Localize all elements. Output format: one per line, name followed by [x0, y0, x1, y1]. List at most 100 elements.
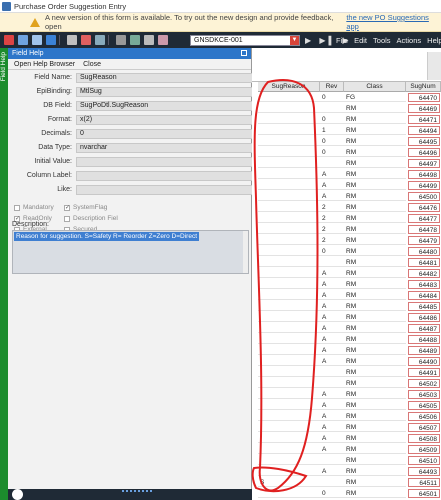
cell-class[interactable]: RM	[344, 478, 406, 487]
mandatory-checkbox[interactable]: Mandatory	[14, 204, 54, 211]
cell-sugnum[interactable]: 64499	[408, 181, 440, 190]
cell-sugreason[interactable]	[258, 390, 320, 399]
menu-tools[interactable]: Tools	[373, 36, 391, 45]
cell-sugnum[interactable]: 64480	[408, 247, 440, 256]
cell-sugnum[interactable]: 64498	[408, 170, 440, 179]
cell-sugreason[interactable]	[258, 258, 320, 267]
cell-sugnum[interactable]: 64486	[408, 313, 440, 322]
cell-class[interactable]: RM	[344, 192, 406, 201]
cell-rev[interactable]: A	[320, 269, 344, 278]
cell-rev[interactable]	[320, 258, 344, 267]
new-app-link[interactable]: the new PO Suggestions app	[346, 13, 441, 31]
cell-rev[interactable]: 2	[320, 214, 344, 223]
cell-class[interactable]: RM	[344, 445, 406, 454]
cell-rev[interactable]: 0	[320, 137, 344, 146]
cell-sugreason[interactable]	[258, 93, 320, 102]
cell-rev[interactable]: A	[320, 192, 344, 201]
col-header-rev[interactable]: Rev	[320, 82, 344, 92]
cell-class[interactable]: RM	[344, 335, 406, 344]
cell-sugreason[interactable]	[258, 412, 320, 421]
cell-sugreason[interactable]	[258, 203, 320, 212]
cell-class[interactable]: RM	[344, 434, 406, 443]
cell-rev[interactable]	[320, 478, 344, 487]
cell-rev[interactable]: 0	[320, 115, 344, 124]
menu-file[interactable]: File	[336, 36, 348, 45]
menu-help[interactable]: Help	[427, 36, 441, 45]
attach-icon[interactable]	[130, 35, 140, 45]
cell-rev[interactable]: 0	[320, 93, 344, 102]
cell-sugreason[interactable]	[258, 467, 320, 476]
cell-class[interactable]: RM	[344, 368, 406, 377]
cell-rev[interactable]: 0	[320, 489, 344, 498]
cell-sugreason[interactable]	[258, 346, 320, 355]
description-field-checkbox[interactable]: Description Fiel	[64, 215, 118, 222]
refresh-icon[interactable]	[67, 35, 77, 45]
close-form-icon[interactable]	[4, 35, 14, 45]
cell-sugreason[interactable]	[258, 324, 320, 333]
cell-rev[interactable]: A	[320, 412, 344, 421]
cell-rev[interactable]: A	[320, 390, 344, 399]
cell-rev[interactable]: 0	[320, 247, 344, 256]
cell-class[interactable]: RM	[344, 379, 406, 388]
menu-edit[interactable]: Edit	[354, 36, 367, 45]
cell-class[interactable]: RM	[344, 159, 406, 168]
cell-class[interactable]: RM	[344, 346, 406, 355]
cell-class[interactable]: RM	[344, 170, 406, 179]
cell-sugreason[interactable]	[258, 247, 320, 256]
close-button[interactable]: Close	[83, 59, 101, 69]
field-help-side-tab[interactable]: Field Help	[0, 48, 8, 500]
cell-sugnum[interactable]: 64491	[408, 368, 440, 377]
cell-sugreason[interactable]	[258, 148, 320, 157]
cell-sugreason[interactable]	[258, 379, 320, 388]
field-name-value[interactable]: SugReason	[76, 73, 254, 83]
print-icon[interactable]	[95, 35, 105, 45]
cell-class[interactable]: RM	[344, 412, 406, 421]
cell-sugnum[interactable]: 64502	[408, 379, 440, 388]
open-icon[interactable]	[32, 35, 42, 45]
decimals-value[interactable]: 0	[76, 129, 254, 139]
cell-sugreason[interactable]	[258, 456, 320, 465]
cell-sugnum[interactable]: 64495	[408, 137, 440, 146]
cell-sugnum[interactable]: 64505	[408, 401, 440, 410]
cell-class[interactable]: RM	[344, 104, 406, 113]
cell-sugnum[interactable]: 64510	[408, 456, 440, 465]
cell-sugnum[interactable]: 64489	[408, 346, 440, 355]
cell-class[interactable]: RM	[344, 115, 406, 124]
cell-sugnum[interactable]: 64484	[408, 291, 440, 300]
cell-rev[interactable]: A	[320, 467, 344, 476]
cell-sugnum[interactable]: 64488	[408, 335, 440, 344]
cell-class[interactable]: RM	[344, 269, 406, 278]
cell-sugnum[interactable]: 64490	[408, 357, 440, 366]
cell-sugnum[interactable]: 64478	[408, 225, 440, 234]
cell-class[interactable]: RM	[344, 313, 406, 322]
cell-class[interactable]: RM	[344, 467, 406, 476]
cell-rev[interactable]	[320, 104, 344, 113]
cell-sugreason[interactable]	[258, 302, 320, 311]
cell-sugnum[interactable]: 64497	[408, 159, 440, 168]
cell-class[interactable]: RM	[344, 126, 406, 135]
cell-sugreason[interactable]	[258, 335, 320, 344]
cell-sugreason[interactable]	[258, 280, 320, 289]
cell-rev[interactable]	[320, 456, 344, 465]
cell-sugnum[interactable]: 64494	[408, 126, 440, 135]
cell-sugreason[interactable]	[258, 126, 320, 135]
cell-class[interactable]: RM	[344, 291, 406, 300]
cell-sugnum[interactable]: 64469	[408, 104, 440, 113]
description-scrollbar[interactable]	[243, 231, 248, 273]
cell-sugnum[interactable]: 64503	[408, 390, 440, 399]
cell-sugreason[interactable]	[258, 181, 320, 190]
cell-rev[interactable]: A	[320, 445, 344, 454]
initial-value-field[interactable]	[76, 157, 254, 167]
new-icon[interactable]	[18, 35, 28, 45]
cell-class[interactable]: RM	[344, 214, 406, 223]
cell-sugreason[interactable]	[258, 269, 320, 278]
cell-rev[interactable]: A	[320, 280, 344, 289]
cell-rev[interactable]: A	[320, 434, 344, 443]
clear-icon[interactable]	[158, 35, 168, 45]
cell-sugnum[interactable]: 64507	[408, 423, 440, 432]
format-value[interactable]: x(2)	[76, 115, 254, 125]
cell-sugnum[interactable]: 64501	[408, 489, 440, 498]
cell-rev[interactable]: A	[320, 357, 344, 366]
cell-class[interactable]: FG	[344, 93, 406, 102]
cell-class[interactable]: RM	[344, 148, 406, 157]
